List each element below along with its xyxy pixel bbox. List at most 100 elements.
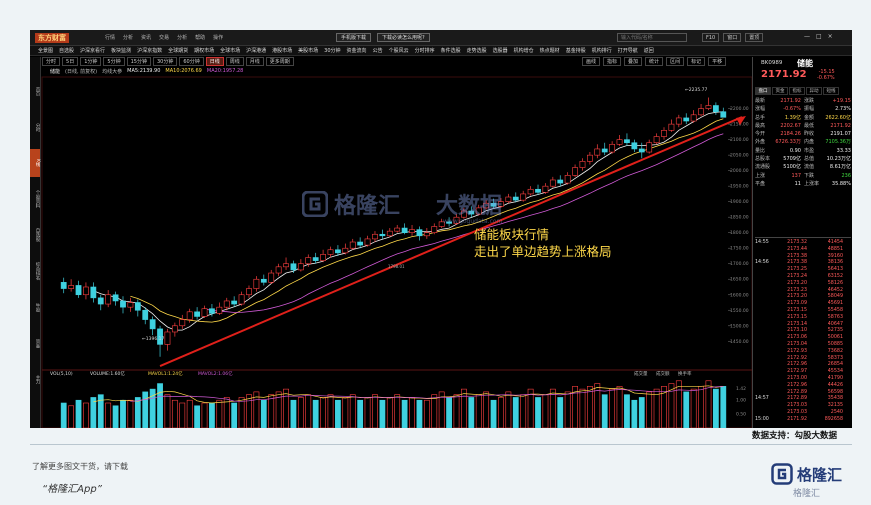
trade-time — [755, 247, 773, 254]
period-10[interactable]: 更多周期 — [265, 57, 294, 66]
trade-time: 14:55 — [755, 240, 769, 245]
candle-body — [594, 148, 601, 156]
mobile-download-button[interactable]: 手机版下载 — [336, 33, 372, 42]
close-icon[interactable]: × — [828, 33, 833, 40]
pin-button[interactable]: 置顶 — [745, 33, 764, 42]
candle-body — [238, 294, 245, 305]
volume-bar — [698, 386, 704, 428]
low-price-label: ←1396.17 — [142, 336, 165, 342]
quote-tab-1[interactable]: 资金 — [772, 87, 788, 95]
nav-bar: 全景图 自选股 沪深京看行 板块监测 沪深京指数 全球期货 期权市场 全球市场 沪深港通 港股市场… — [30, 46, 852, 56]
menu-item-4[interactable]: 分析 — [177, 34, 187, 41]
tool-6[interactable]: 平移 — [708, 57, 727, 66]
nav-item-16[interactable]: 条件选股 — [441, 47, 461, 54]
quote-tab-0[interactable]: 盘口 — [755, 87, 771, 95]
nav-item-8[interactable]: 沪深港通 — [246, 47, 266, 54]
search-input[interactable]: 输入代码/名称 — [617, 33, 687, 42]
nav-item-4[interactable]: 沪深京指数 — [137, 47, 162, 54]
tool-4[interactable]: 区间 — [666, 57, 685, 66]
sidebar-item-1[interactable]: 分时 — [30, 113, 40, 141]
period-9[interactable]: 月线 — [245, 57, 264, 66]
nav-item-15[interactable]: 分时排序 — [415, 47, 435, 54]
candle-body — [609, 143, 616, 153]
nav-item-6[interactable]: 期权市场 — [194, 47, 214, 54]
minimize-icon[interactable]: — — [804, 33, 810, 40]
nav-item-22[interactable]: 机构排行 — [592, 47, 612, 54]
quote-row: 今开 2184.26 昨收 2191.07 — [755, 130, 851, 138]
quote-value: +19.15 — [832, 98, 851, 104]
nav-item-5[interactable]: 全球期货 — [168, 47, 188, 54]
nav-item-12[interactable]: 资金流向 — [347, 47, 367, 54]
quote-tab-2[interactable]: 指标 — [789, 87, 805, 95]
sidebar-item-7[interactable]: 资金 — [30, 329, 40, 357]
volume-bar — [609, 388, 616, 428]
period-7[interactable]: 日线 — [205, 57, 224, 66]
nav-item-14[interactable]: 个股风云 — [389, 47, 409, 54]
period-2[interactable]: 1分钟 — [80, 57, 102, 66]
quote-value: 35.88% — [831, 180, 851, 187]
volume-bar — [312, 399, 319, 428]
menu-item-0[interactable]: 行情 — [105, 34, 115, 41]
nav-item-10[interactable]: 美股市场 — [298, 47, 318, 54]
nav-item-11[interactable]: 30分钟 — [324, 47, 340, 54]
tool-0[interactable]: 画线 — [582, 57, 601, 66]
period-1[interactable]: 5日 — [62, 57, 79, 66]
menu-item-5[interactable]: 帮助 — [195, 34, 205, 41]
sidebar-item-3[interactable]: 个股资料 — [30, 185, 40, 213]
candle-body — [379, 233, 386, 237]
nav-item-18[interactable]: 选股器 — [493, 47, 508, 54]
brand-name: 格隆汇 — [797, 465, 843, 484]
menu-item-2[interactable]: 资讯 — [141, 34, 151, 41]
nav-item-3[interactable]: 板块监测 — [111, 47, 131, 54]
window-button[interactable]: 窗口 — [723, 33, 742, 42]
tool-2[interactable]: 叠加 — [624, 57, 643, 66]
sidebar-item-8[interactable]: 主力 — [30, 365, 40, 393]
volume-ma10-line — [130, 385, 724, 402]
period-3[interactable]: 5分钟 — [103, 57, 125, 66]
nav-item-19[interactable]: 机构增仓 — [514, 47, 534, 54]
nav-item-0[interactable]: 全景图 — [38, 47, 53, 54]
nav-item-23[interactable]: 打开导航 — [618, 47, 638, 54]
tool-1[interactable]: 指标 — [603, 57, 622, 66]
download-guide-button[interactable]: 下载必读怎么用呢? — [377, 33, 430, 42]
nav-item-21[interactable]: 基金持股 — [566, 47, 586, 54]
kline-chart[interactable]: 2200.002150.002100.002050.002000.001950.… — [30, 30, 852, 428]
candle-body — [164, 331, 171, 345]
maximize-icon[interactable]: □ — [816, 33, 822, 40]
period-6[interactable]: 60分钟 — [179, 57, 204, 66]
tool-3[interactable]: 统计 — [645, 57, 664, 66]
nav-item-24[interactable]: 返回 — [644, 47, 654, 54]
period-5[interactable]: 30分钟 — [152, 57, 178, 66]
volume-bar — [60, 402, 67, 428]
menu-item-6[interactable]: 操作 — [213, 34, 223, 41]
y-tick-label: 1550.00 — [730, 308, 749, 314]
sidebar-item-4[interactable]: 自选股 — [30, 221, 40, 249]
volume-bar — [68, 405, 75, 428]
nav-item-13[interactable]: 公告 — [373, 47, 383, 54]
quote-value: 236 — [841, 172, 851, 179]
period-0[interactable]: 分时 — [42, 57, 61, 66]
tool-5[interactable]: 标记 — [687, 57, 706, 66]
nav-item-9[interactable]: 港股市场 — [272, 47, 292, 54]
sidebar-item-5[interactable]: 综合排名 — [30, 257, 40, 285]
sidebar-item-6[interactable]: 牛股 — [30, 293, 40, 321]
nav-item-20[interactable]: 热点题材 — [540, 47, 560, 54]
menu-item-3[interactable]: 交易 — [159, 34, 169, 41]
watermark-url: www.gogudata.com — [443, 218, 503, 225]
sidebar-item-2[interactable]: K线 — [30, 149, 40, 177]
quote-value: 2171.92 — [780, 98, 801, 104]
trade-time — [755, 288, 773, 295]
nav-item-2[interactable]: 沪深京看行 — [80, 47, 105, 54]
menu-item-1[interactable]: 分析 — [123, 34, 133, 41]
f10-button[interactable]: F10 — [702, 33, 720, 42]
quote-tab-3[interactable]: 异动 — [806, 87, 822, 95]
candle-body — [305, 257, 312, 265]
period-8[interactable]: 周线 — [225, 57, 244, 66]
nav-item-7[interactable]: 全球市场 — [220, 47, 240, 54]
nav-item-1[interactable]: 自选股 — [59, 47, 74, 54]
volume-bar — [498, 397, 504, 428]
sidebar-item-0[interactable]: 首页 — [30, 77, 40, 105]
nav-item-17[interactable]: 走势选股 — [467, 47, 487, 54]
period-4[interactable]: 15分钟 — [126, 57, 151, 66]
quote-tab-4[interactable]: 短线 — [823, 87, 839, 95]
